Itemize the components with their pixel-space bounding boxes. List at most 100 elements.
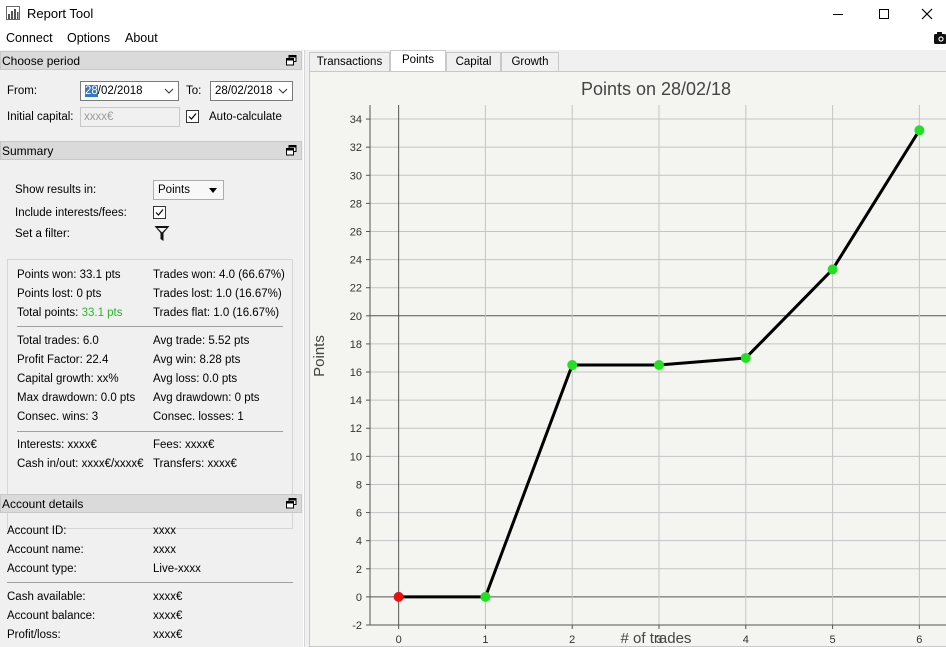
minimize-icon <box>833 14 843 15</box>
total-trades: Total trades: 6.0 <box>17 335 99 347</box>
total-points: Total points: 33.1 pts <box>17 307 123 319</box>
y-axis-label: Points <box>311 335 328 377</box>
cash-in-out: Cash in/out: xxxx€/xxxx€ <box>17 458 144 470</box>
max-drawdown: Max drawdown: 0.0 pts <box>17 392 136 404</box>
data-point <box>914 125 925 136</box>
chart-title: Points on 28/02/18 <box>581 79 731 99</box>
data-point <box>393 591 404 602</box>
consec-wins: Consec. wins: 3 <box>17 411 99 423</box>
show-results-dropdown[interactable]: Points <box>153 180 224 200</box>
profit-loss-value: xxxx€ <box>153 629 183 641</box>
x-axis-label: # of trades <box>621 630 692 647</box>
tab-capital[interactable]: Capital <box>446 52 501 72</box>
y-tick-label: 10 <box>350 451 362 463</box>
account-details-title: Account details <box>2 497 84 511</box>
choose-period-title: Choose period <box>2 54 81 68</box>
account-id-value: xxxx <box>153 525 176 537</box>
avg-drawdown: Avg drawdown: 0 pts <box>153 392 260 404</box>
show-results-label: Show results in: <box>15 184 97 196</box>
divider <box>7 582 293 583</box>
cash-available-label: Cash available: <box>7 591 86 603</box>
choose-period-header: Choose period <box>0 51 302 70</box>
points-won: Points won: 33.1 pts <box>17 269 121 281</box>
tab-points[interactable]: Points <box>390 50 446 72</box>
from-label: From: <box>7 85 38 97</box>
y-tick-label: 22 <box>350 283 362 295</box>
summary-header: Summary <box>0 141 302 160</box>
undock-icon[interactable] <box>286 498 297 509</box>
y-tick-label: 14 <box>350 395 362 407</box>
points-chart: Points on 28/02/18 -20246810121416182022… <box>311 79 946 647</box>
minimize-button[interactable] <box>815 0 861 28</box>
menu-about[interactable]: About <box>125 31 158 45</box>
summary-stats-box: Points won: 33.1 pts Trades won: 4.0 (66… <box>7 259 293 529</box>
avg-trade: Avg trade: 5.52 pts <box>153 335 250 347</box>
capital-growth: Capital growth: xx% <box>17 373 119 385</box>
include-fees-label: Include interests/fees: <box>15 207 127 219</box>
y-tick-label: 0 <box>356 592 362 604</box>
menu-bar: Connect Options About <box>0 29 946 49</box>
maximize-button[interactable] <box>861 0 907 28</box>
initial-capital-input[interactable]: xxxx€ <box>80 107 180 127</box>
y-tick-label: 12 <box>350 423 362 435</box>
from-date-picker[interactable]: 28/02/2018 <box>80 81 179 101</box>
y-tick-label: 30 <box>350 170 362 182</box>
y-tick-label: 34 <box>350 114 362 126</box>
initial-capital-placeholder: xxxx€ <box>84 111 114 123</box>
filter-icon[interactable] <box>154 225 170 242</box>
menu-connect[interactable]: Connect <box>6 31 53 45</box>
consec-losses: Consec. losses: 1 <box>153 411 244 423</box>
chart-app-icon <box>6 6 20 20</box>
chart-axes: -202468101214161820222426283032340 1 2 3 4 5 6 <box>350 105 946 646</box>
menu-options[interactable]: Options <box>67 31 110 45</box>
x-tick-label: 5 <box>830 634 836 646</box>
y-tick-label: 26 <box>350 226 362 238</box>
account-id-label: Account ID: <box>7 525 67 537</box>
chevron-down-icon <box>278 88 288 94</box>
profit-loss-label: Profit/loss: <box>7 629 61 641</box>
camera-icon[interactable] <box>934 31 946 45</box>
right-panel: Transactions Points Capital Growth Point… <box>304 50 946 647</box>
to-label: To: <box>186 85 202 97</box>
undock-icon[interactable] <box>286 145 297 156</box>
chevron-down-icon <box>164 88 174 94</box>
y-tick-label: 2 <box>356 564 362 576</box>
avg-loss: Avg loss: 0.0 pts <box>153 373 238 385</box>
points-lost: Points lost: 0 pts <box>17 288 102 300</box>
checkmark-icon <box>155 209 164 216</box>
auto-calculate-label: Auto-calculate <box>209 111 282 123</box>
y-tick-label: 18 <box>350 339 362 351</box>
divider <box>17 326 283 327</box>
undock-icon[interactable] <box>286 55 297 66</box>
tab-growth[interactable]: Growth <box>501 52 559 72</box>
cash-available-value: xxxx€ <box>153 591 183 603</box>
y-tick-label: 28 <box>350 198 362 210</box>
total-points-label: Total points: <box>17 307 79 319</box>
close-button[interactable] <box>907 0 946 28</box>
from-day: 28 <box>85 85 98 97</box>
to-date-picker[interactable]: 28/02/2018 <box>210 81 293 101</box>
account-name-label: Account name: <box>7 544 84 556</box>
auto-calculate-checkbox[interactable] <box>186 110 199 123</box>
tab-transactions[interactable]: Transactions <box>309 52 390 72</box>
include-fees-checkbox[interactable] <box>153 206 166 219</box>
checkmark-icon <box>188 113 197 120</box>
account-type-label: Account type: <box>7 563 77 575</box>
data-point <box>567 360 578 370</box>
set-filter-label: Set a filter: <box>15 228 70 240</box>
left-panel: Choose period From: 28/02/2018 To: 28/02… <box>0 50 303 647</box>
summary-title: Summary <box>2 144 54 158</box>
y-tick-label: 24 <box>350 255 362 267</box>
data-point <box>654 360 664 370</box>
x-tick-label: 4 <box>743 634 749 646</box>
maximize-icon <box>879 9 889 19</box>
y-tick-label: 32 <box>350 142 362 154</box>
account-balance-value: xxxx€ <box>153 610 183 622</box>
data-point <box>480 591 491 602</box>
account-name-value: xxxx <box>153 544 176 556</box>
divider <box>17 431 283 432</box>
x-tick-label: 0 <box>396 634 402 646</box>
account-type-value: Live-xxxx <box>153 563 201 575</box>
x-tick-label: 6 <box>916 634 922 646</box>
interests: Interests: xxxx€ <box>17 439 97 451</box>
